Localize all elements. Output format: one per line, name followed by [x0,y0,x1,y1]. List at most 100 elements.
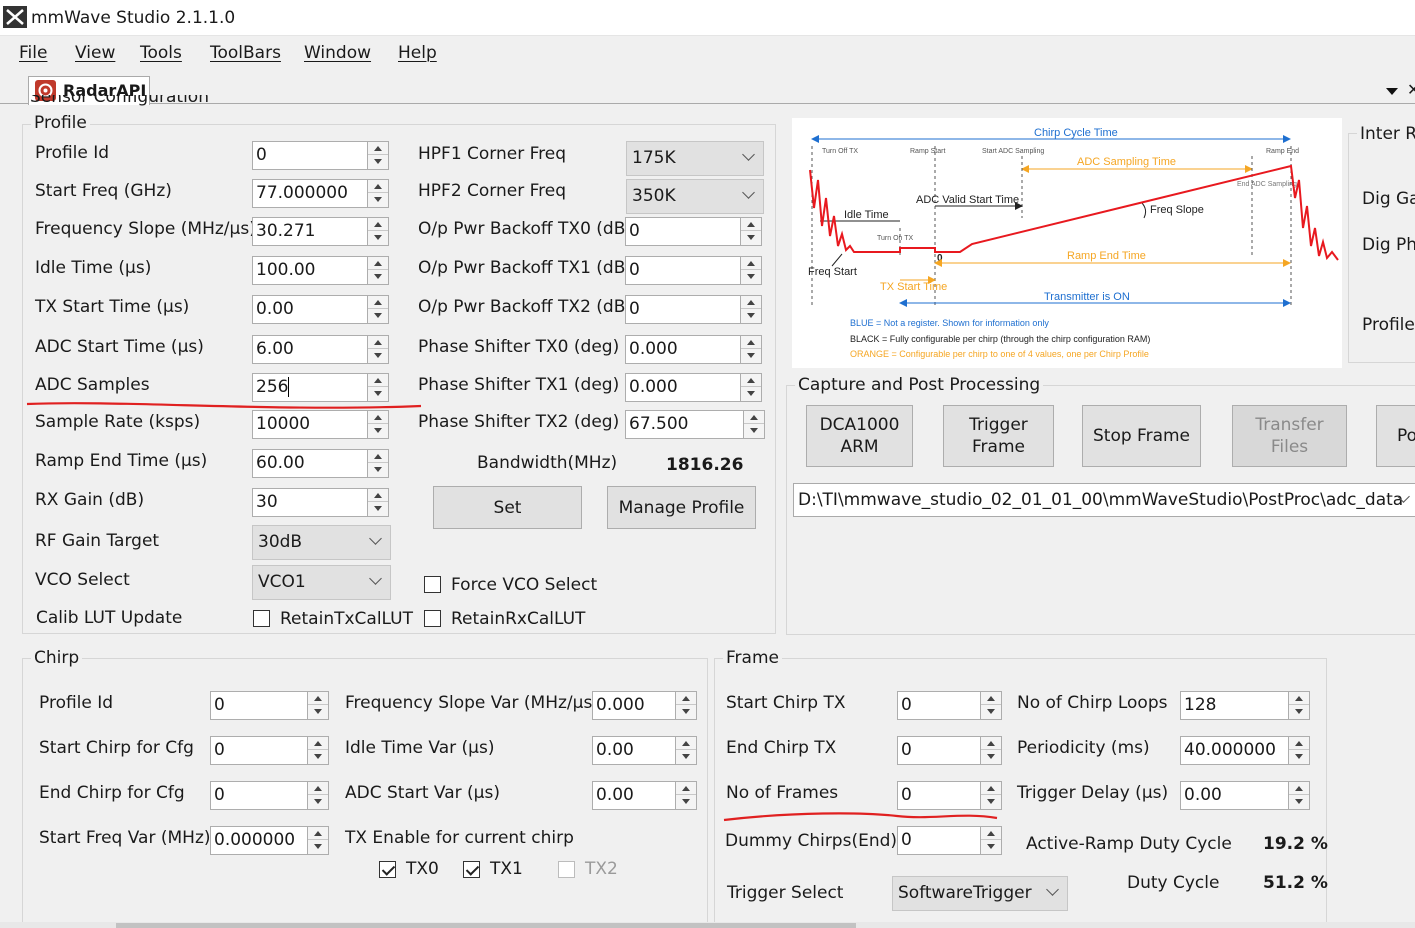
chirp-loops-spinner[interactable]: 128 [1180,691,1310,720]
menu-toolbars[interactable]: ToolBars [210,42,281,64]
end-chirp-cfg-label: End Chirp for Cfg [39,783,185,803]
profile-id-label: Profile Id [35,143,110,163]
diagram-tx-start: TX Start Time [880,281,947,293]
adc-samples-label: ADC Samples [35,375,150,395]
text-caret [288,377,289,397]
ramp-end-time-spinner[interactable]: 60.00 [252,449,389,478]
capture-group-title: Capture and Post Processing [795,374,1044,396]
chevron-down-icon [742,186,755,199]
transfer-files-button[interactable]: Transfer Files [1232,405,1347,467]
phase-tx0-spinner[interactable]: 0.000 [625,335,762,364]
adc-start-time-spinner[interactable]: 6.00 [252,335,389,364]
chevron-down-icon [1046,883,1059,896]
scrollbar-thumb[interactable] [116,923,856,928]
end-chirp-cfg-spinner[interactable]: 0 [210,781,329,810]
tx-start-time-spinner[interactable]: 0.00 [252,295,389,324]
tx1-checkbox[interactable] [463,861,480,878]
rx-gain-spinner[interactable]: 30 [252,488,389,517]
chevron-down-icon [369,532,382,545]
inter-profile-label: Profile [1362,315,1415,335]
freq-slope-spinner[interactable]: 30.271 [252,217,389,246]
start-freq-spinner[interactable]: 77.000000 [252,179,389,208]
chirp-profile-id-spinner[interactable]: 0 [210,691,329,720]
start-chirp-cfg-label: Start Chirp for Cfg [39,738,194,758]
bandwidth-label: Bandwidth(MHz) [477,453,618,473]
end-chirp-tx-spinner[interactable]: 0 [897,736,1002,765]
idle-time-var-label: Idle Time Var (µs) [345,738,495,758]
rf-gain-label: RF Gain Target [35,531,160,551]
tab-close-icon[interactable]: ✕ [1407,80,1415,100]
menu-window[interactable]: Window [304,42,371,64]
retain-rx-checkbox[interactable] [424,610,441,627]
inter-group-title: Inter R [1357,123,1415,145]
horizontal-scrollbar[interactable] [0,922,1415,928]
tx-start-time-label: TX Start Time (µs) [35,297,190,317]
diagram-turn-off: Turn Off TX [822,148,858,155]
backoff-tx0-spinner[interactable]: 0 [625,217,762,246]
dummy-chirps-label: Dummy Chirps(End) [725,831,898,851]
start-chirp-tx-spinner[interactable]: 0 [897,691,1002,720]
chevron-down-icon [742,148,755,161]
ramp-end-time-label: Ramp End Time (µs) [35,451,208,471]
menu-help[interactable]: Help [398,42,437,64]
tab-list-icon[interactable] [1386,88,1398,95]
diagram-legend-orange: ORANGE = Configurable per chirp to one o… [850,349,1149,359]
tx2-label: TX2 [585,859,618,879]
profile-id-spinner[interactable]: 0 [252,141,389,170]
freq-slope-var-label: Frequency Slope Var (MHz/µs) [345,693,599,713]
phase-tx0-label: Phase Shifter TX0 (deg) [418,337,620,357]
hpf2-label: HPF2 Corner Freq [418,181,567,201]
post-proc-button[interactable]: Po [1376,405,1415,467]
dca1000-arm-button[interactable]: DCA1000 ARM [806,405,913,467]
dig-ph-label: Dig Ph [1362,235,1415,255]
diagram-end-adc: End ADC Sampling [1237,181,1297,188]
tx0-checkbox[interactable] [379,861,396,878]
start-freq-var-label: Start Freq Var (MHz) [39,828,211,848]
idle-time-var-spinner[interactable]: 0.00 [592,736,697,765]
start-chirp-cfg-spinner[interactable]: 0 [210,736,329,765]
adc-start-var-spinner[interactable]: 0.00 [592,781,697,810]
hpf1-dropdown[interactable]: 175K [626,141,764,176]
start-freq-var-spinner[interactable]: 0.000000 [210,826,329,855]
idle-time-label: Idle Time (µs) [35,258,152,278]
trigger-select-dropdown[interactable]: SoftwareTrigger [892,876,1068,911]
dummy-chirps-spinner[interactable]: 0 [897,826,1002,855]
diagram-zero: 0 [937,253,943,264]
diagram-start-adc: Start ADC Sampling [982,148,1044,155]
active-ramp-label: Active-Ramp Duty Cycle [1026,834,1232,854]
set-button[interactable]: Set [433,486,582,529]
menu-tools[interactable]: Tools [140,42,182,64]
no-of-frames-spinner[interactable]: 0 [897,781,1002,810]
periodicity-spinner[interactable]: 40.000000 [1180,736,1310,765]
backoff-tx1-spinner[interactable]: 0 [625,256,762,285]
vco-select-dropdown[interactable]: VCO1 [252,565,391,600]
hpf2-dropdown[interactable]: 350K [626,179,764,214]
profile-group-title: Profile [31,112,90,134]
sample-rate-label: Sample Rate (ksps) [35,412,201,432]
sample-rate-spinner[interactable]: 10000 [252,410,389,439]
phase-tx2-spinner[interactable]: 67.500 [625,410,765,439]
diagram-adc-valid: ADC Valid Start Time [916,194,1019,206]
backoff-tx2-spinner[interactable]: 0 [625,295,762,324]
rf-gain-dropdown[interactable]: 30dB [252,525,391,560]
diagram-freq-slope: Freq Slope [1150,204,1204,216]
bandwidth-value: 1816.26 [666,455,744,475]
menu-view[interactable]: View [75,42,115,64]
frame-group-title: Frame [723,647,782,669]
trigger-delay-spinner[interactable]: 0.00 [1180,781,1310,810]
retain-rx-label: RetainRxCalLUT [451,609,586,629]
force-vco-checkbox[interactable] [424,576,441,593]
retain-tx-checkbox[interactable] [253,610,270,627]
freq-slope-label: Frequency Slope (MHz/µs) [35,219,256,239]
phase-tx1-spinner[interactable]: 0.000 [625,373,762,402]
diagram-ramp-end-time: Ramp End Time [1067,250,1146,262]
menu-file[interactable]: File [19,42,47,64]
manage-profile-button[interactable]: Manage Profile [607,486,756,529]
duty-cycle-label: Duty Cycle [1127,873,1220,893]
idle-time-spinner[interactable]: 100.00 [252,256,389,285]
adc-data-path-dropdown[interactable]: D:\TI\mmwave_studio_02_01_01_00\mmWaveSt… [793,483,1415,517]
stop-frame-button[interactable]: Stop Frame [1082,405,1201,467]
freq-slope-var-spinner[interactable]: 0.000 [592,691,697,720]
phase-tx2-label: Phase Shifter TX2 (deg) [418,412,620,432]
trigger-frame-button[interactable]: Trigger Frame [943,405,1054,467]
